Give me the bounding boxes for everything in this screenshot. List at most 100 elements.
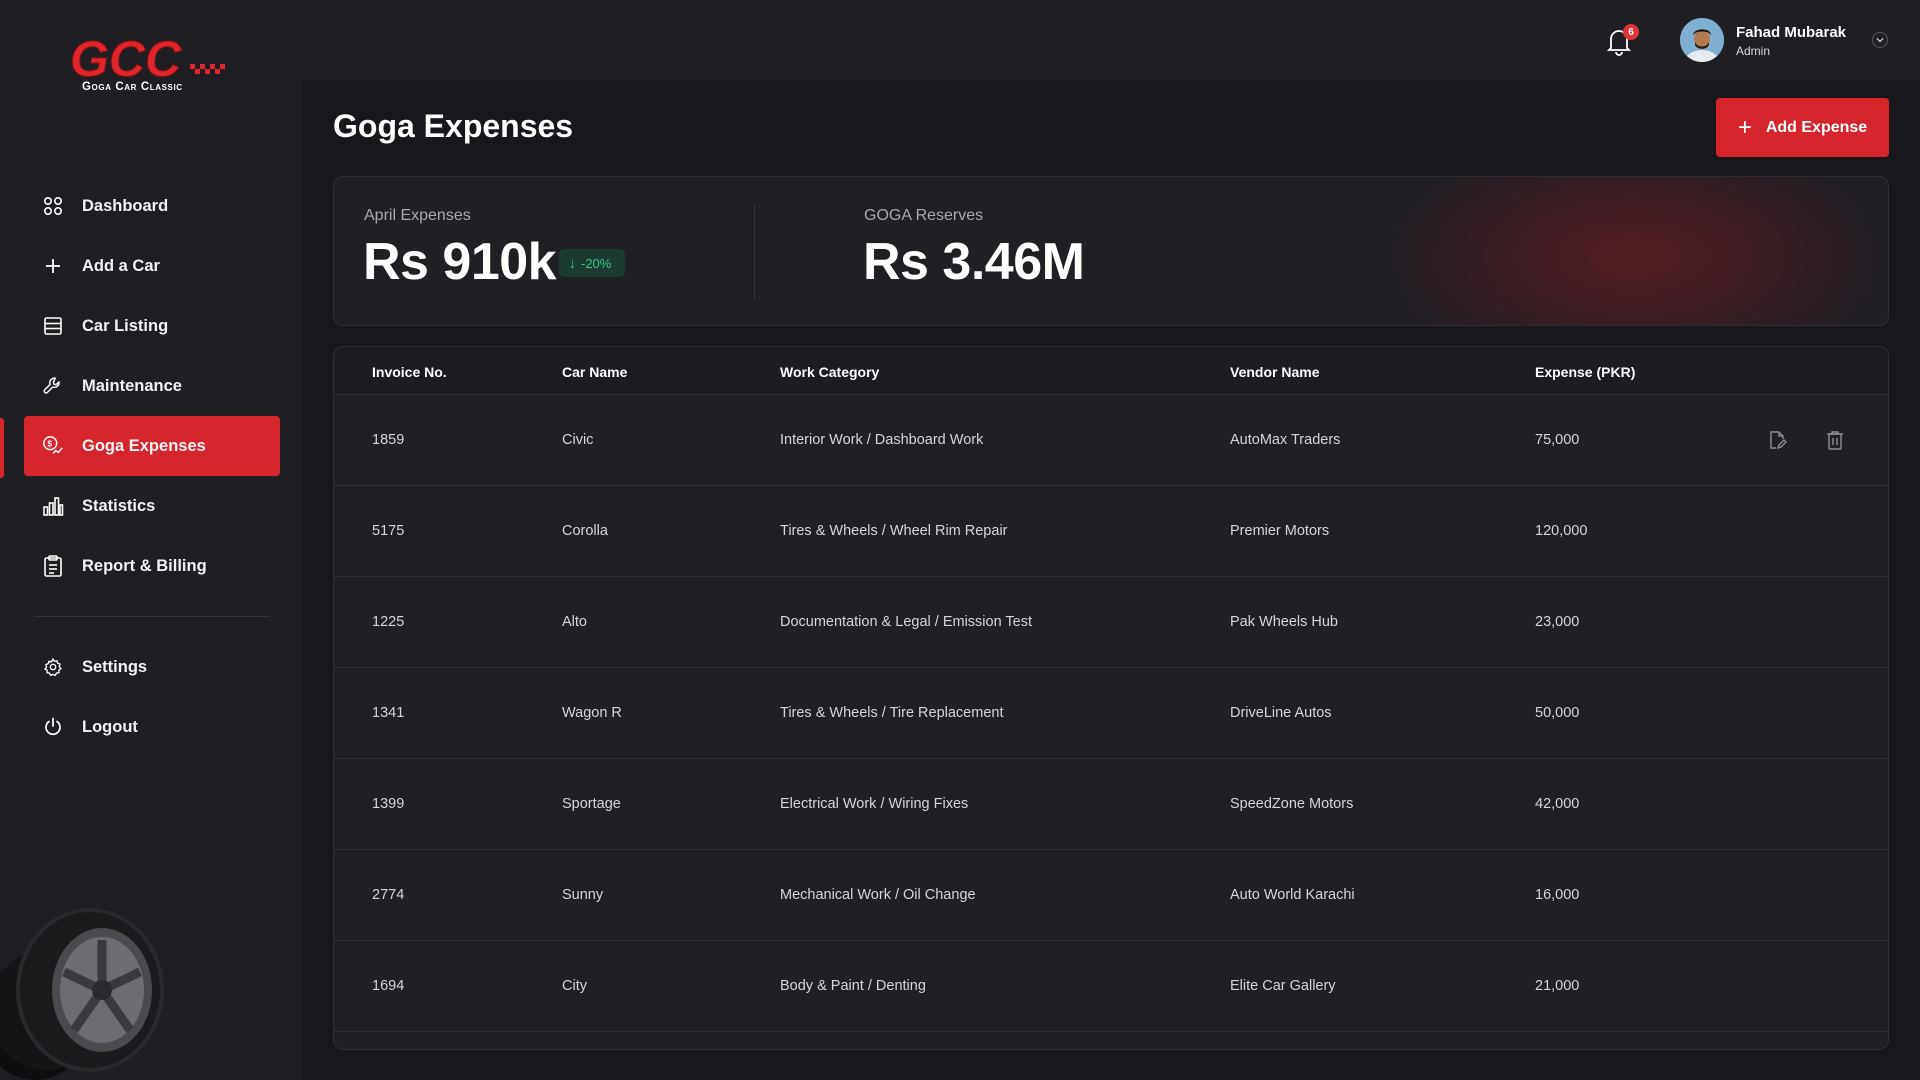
expenses-icon: $ xyxy=(42,435,64,457)
user-menu-toggle[interactable] xyxy=(1872,32,1888,48)
sidebar-item-report-billing[interactable]: Report & Billing xyxy=(24,536,280,596)
invoice-cell: 1225 xyxy=(372,614,405,630)
invoice-cell: 1859 xyxy=(372,432,405,448)
column-header-expense[interactable]: Expense (PKR) xyxy=(1535,364,1635,380)
edit-document-icon xyxy=(1770,431,1787,450)
car-name-cell: Wagon R xyxy=(562,705,622,721)
expenses-table: Invoice No. Car Name Work Category Vendo… xyxy=(333,346,1889,1050)
sidebar-item-label: Settings xyxy=(82,657,148,676)
edit-button[interactable] xyxy=(1766,429,1788,451)
column-header-invoice[interactable]: Invoice No. xyxy=(372,364,447,380)
sidebar-item-label: Add a Car xyxy=(82,256,160,275)
sidebar-item-settings[interactable]: Settings xyxy=(24,637,280,697)
work-category-cell: Mechanical Work / Oil Change xyxy=(780,887,976,903)
bar-chart-icon xyxy=(42,495,64,517)
car-name-cell: Alto xyxy=(562,614,587,630)
clipboard-icon xyxy=(42,555,64,577)
trend-value: -20% xyxy=(581,255,612,271)
vendor-cell: SpeedZone Motors xyxy=(1230,796,1354,812)
sidebar-item-label: Report & Billing xyxy=(82,556,207,575)
grid-icon xyxy=(42,195,64,217)
work-category-cell: Electrical Work / Wiring Fixes xyxy=(780,796,969,812)
april-expenses-value: Rs 910k xyxy=(363,233,557,291)
car-name-cell: City xyxy=(562,978,587,994)
expense-cell: 16,000 xyxy=(1535,887,1580,903)
invoice-cell: 5175 xyxy=(372,523,405,539)
sidebar-divider xyxy=(34,616,270,617)
work-category-cell: Tires & Wheels / Tire Replacement xyxy=(780,705,1004,721)
page-title: Goga Expenses xyxy=(333,108,574,144)
sidebar-item-statistics[interactable]: Statistics xyxy=(24,476,280,536)
user-role: Admin xyxy=(1736,44,1771,58)
trend-badge: ↓ -20% xyxy=(559,249,626,277)
vendor-cell: AutoMax Traders xyxy=(1230,432,1341,448)
sidebar-item-label: Car Listing xyxy=(82,316,169,335)
expense-cell: 50,000 xyxy=(1535,705,1580,721)
vendor-cell: Premier Motors xyxy=(1230,523,1330,539)
column-header-car-name[interactable]: Car Name xyxy=(562,364,627,380)
trash-icon xyxy=(1827,431,1843,450)
sidebar-item-label: Logout xyxy=(82,717,138,736)
expense-cell: 21,000 xyxy=(1535,978,1580,994)
vendor-cell: Pak Wheels Hub xyxy=(1230,614,1338,630)
topbar xyxy=(303,0,1920,80)
list-icon xyxy=(42,315,64,337)
delete-button[interactable] xyxy=(1824,429,1846,451)
sidebar-item-maintenance[interactable]: Maintenance xyxy=(24,356,280,416)
work-category-cell: Documentation & Legal / Emission Test xyxy=(780,614,1033,630)
car-name-cell: Corolla xyxy=(562,523,608,539)
sidebar-item-add-a-car[interactable]: Add a Car xyxy=(24,236,280,296)
invoice-cell: 1399 xyxy=(372,796,405,812)
stats-divider xyxy=(754,205,755,299)
table-row[interactable]: 1859 Civic Interior Work / Dashboard Wor… xyxy=(334,395,1888,486)
sidebar-item-label: Goga Expenses xyxy=(82,436,206,455)
vendor-cell: Elite Car Gallery xyxy=(1230,978,1336,994)
car-name-cell: Sunny xyxy=(562,887,604,903)
expense-cell: 23,000 xyxy=(1535,614,1580,630)
table-row[interactable]: 1225 Alto Documentation & Legal / Emissi… xyxy=(334,577,1888,668)
sidebar: GCC Goga Car Classic Dashboard Add a Car xyxy=(0,0,303,1080)
plus-icon: + xyxy=(1737,113,1752,141)
expense-cell: 120,000 xyxy=(1535,523,1588,539)
add-expense-label: Add Expense xyxy=(1765,118,1868,136)
row-actions xyxy=(1766,429,1846,451)
table-row[interactable]: 2774 Sunny Mechanical Work / Oil Change … xyxy=(334,850,1888,941)
gear-icon xyxy=(42,656,64,678)
chevron-down-icon xyxy=(1876,38,1884,43)
table-row[interactable]: 1399 Sportage Electrical Work / Wiring F… xyxy=(334,759,1888,850)
sidebar-item-label: Dashboard xyxy=(82,196,169,215)
avatar[interactable] xyxy=(1680,18,1724,62)
stats-card: April Expenses Rs 910k ↓ -20% GOGA Reser… xyxy=(333,176,1889,326)
vendor-cell: Auto World Karachi xyxy=(1230,887,1355,903)
sidebar-item-label: Maintenance xyxy=(82,376,182,395)
sidebar-item-car-listing[interactable]: Car Listing xyxy=(24,296,280,356)
vendor-cell: DriveLine Autos xyxy=(1230,705,1332,721)
car-name-cell: Civic xyxy=(562,432,594,448)
brand-subtitle: Goga Car Classic xyxy=(82,81,183,93)
power-icon xyxy=(42,716,64,738)
notification-badge: 6 xyxy=(1623,24,1639,40)
work-category-cell: Interior Work / Dashboard Work xyxy=(780,432,984,448)
main-content: Goga Expenses + Add Expense April Expens… xyxy=(303,80,1920,1080)
car-name-cell: Sportage xyxy=(562,796,621,812)
wrench-icon xyxy=(42,375,64,397)
sidebar-item-label: Statistics xyxy=(82,496,156,515)
svg-text:$: $ xyxy=(48,439,53,448)
sidebar-item-logout[interactable]: Logout xyxy=(24,697,280,757)
table-row[interactable]: 1694 City Body & Paint / Denting Elite C… xyxy=(334,941,1888,1032)
column-header-work-category[interactable]: Work Category xyxy=(780,364,879,380)
april-expenses-label: April Expenses xyxy=(364,207,471,224)
invoice-cell: 1341 xyxy=(372,705,405,721)
tires-illustration xyxy=(0,890,180,1080)
column-header-vendor[interactable]: Vendor Name xyxy=(1230,364,1319,380)
table-row[interactable]: 1341 Wagon R Tires & Wheels / Tire Repla… xyxy=(334,668,1888,759)
add-expense-button[interactable]: + Add Expense xyxy=(1716,98,1889,157)
invoice-cell: 1694 xyxy=(372,978,405,994)
table-row[interactable]: 5175 Corolla Tires & Wheels / Wheel Rim … xyxy=(334,486,1888,577)
sidebar-item-goga-expenses[interactable]: $ Goga Expenses xyxy=(24,416,280,476)
plus-icon xyxy=(42,255,64,277)
active-indicator xyxy=(0,418,4,478)
sidebar-item-dashboard[interactable]: Dashboard xyxy=(24,176,280,236)
expense-cell: 75,000 xyxy=(1535,432,1580,448)
svg-text:GCC: GCC xyxy=(70,34,182,84)
